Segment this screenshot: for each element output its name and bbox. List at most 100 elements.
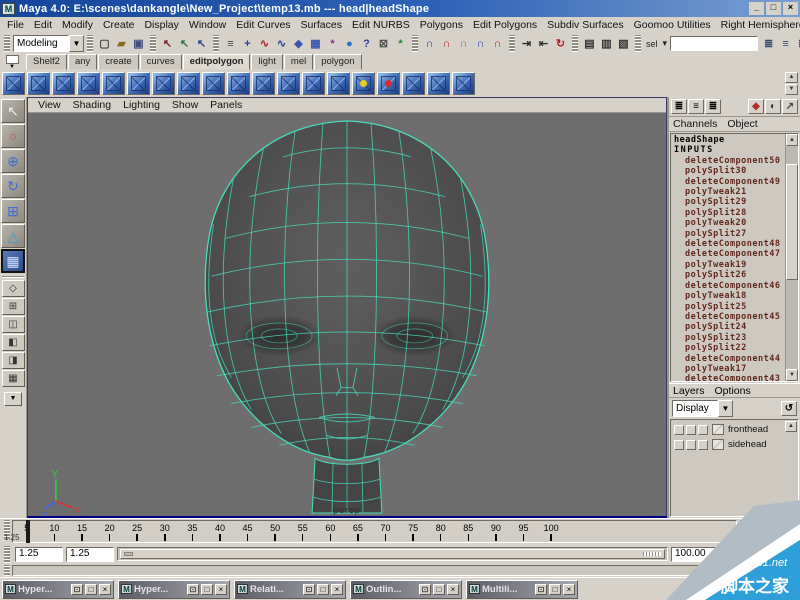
snap-point-magnet-icon[interactable]: ∩	[455, 35, 472, 52]
input-node-item[interactable]: polySplit30	[671, 166, 785, 176]
input-node-item[interactable]: polySplit22	[671, 343, 785, 353]
chevron-down-icon[interactable]: ▼	[69, 35, 84, 52]
help-icon[interactable]: ?	[358, 35, 375, 52]
new-scene-icon[interactable]: ▢	[96, 35, 113, 52]
minimize-button[interactable]: _	[749, 2, 764, 15]
menu-item[interactable]: Display	[139, 18, 183, 32]
channel-layout-2-icon[interactable]: ≡	[688, 99, 704, 114]
scrollbar-track[interactable]	[786, 146, 798, 369]
poly-shelf-tool-16[interactable]	[377, 72, 400, 95]
pick-arrow-icon[interactable]: ↗	[782, 99, 798, 114]
save-scene-icon[interactable]: ▣	[130, 35, 147, 52]
shelf-tab[interactable]: any	[68, 54, 97, 70]
close-button[interactable]: ×	[563, 584, 575, 595]
sphere-tool-icon[interactable]: ●	[341, 35, 358, 52]
star-tool-icon[interactable]: *	[324, 35, 341, 52]
timeline-tick[interactable]: 80	[427, 521, 455, 542]
timeline-tick[interactable]: 60	[317, 521, 345, 542]
shelf-tab[interactable]: curves	[140, 54, 182, 70]
poly-shelf-tool-7[interactable]	[152, 72, 175, 95]
maximize-button[interactable]: □	[317, 584, 329, 595]
menu-item[interactable]: Edit Curves	[231, 18, 295, 32]
timeline-tick[interactable]: 75	[399, 521, 427, 542]
scale-tool[interactable]: ⊞	[1, 199, 25, 223]
show-channel-box-icon[interactable]: ≣	[794, 35, 800, 52]
drag-handle[interactable]	[635, 35, 641, 53]
timeline-tick[interactable]: 70	[372, 521, 400, 542]
channel-box-scrollbar[interactable]: ▲ ▼	[785, 134, 798, 381]
viewport-canvas[interactable]: Y X Z persp	[28, 113, 666, 516]
quick-select-label[interactable]: sel	[644, 39, 660, 49]
layer-color-swatch[interactable]	[712, 424, 724, 435]
drag-handle[interactable]	[150, 35, 156, 53]
layer-row[interactable]: sidehead	[672, 437, 797, 452]
layer-visibility-checkbox[interactable]	[674, 425, 684, 435]
shelf-tab[interactable]: mel	[284, 54, 313, 70]
timeline-tick[interactable]: 85	[455, 521, 483, 542]
layer-display-selector[interactable]: Display ▼	[672, 400, 733, 417]
shape-node-name[interactable]: headShape	[671, 135, 785, 145]
channel-layout-3-icon[interactable]: ≣	[705, 99, 721, 114]
soft-mod-tool[interactable]: △	[1, 224, 25, 248]
input-node-item[interactable]: polySplit26	[671, 270, 785, 280]
poly-shelf-tool-11[interactable]	[252, 72, 275, 95]
minimized-window[interactable]: M Outlin... ⊡ □ ×	[350, 580, 462, 599]
drag-handle[interactable]	[87, 35, 93, 53]
input-node-item[interactable]: deleteComponent48	[671, 239, 785, 249]
quick-select-input[interactable]	[670, 36, 758, 51]
input-node-item[interactable]: polySplit27	[671, 229, 785, 239]
new-layer-icon[interactable]: ↺	[781, 401, 797, 416]
drag-handle[interactable]	[509, 35, 515, 53]
snap-grid-magnet-icon[interactable]: ∩	[421, 35, 438, 52]
layer-template-checkbox[interactable]	[698, 440, 708, 450]
timeline-tick[interactable]: 65	[344, 521, 372, 542]
curve-red-icon[interactable]: ∿	[256, 35, 273, 52]
lasso-select-tool[interactable]: ○	[1, 124, 25, 148]
menu-item[interactable]: Polygons	[415, 18, 468, 32]
title-bar[interactable]: M Maya 4.0: E:\scenes\dankangle\New_Proj…	[0, 0, 800, 17]
layers-menu-item[interactable]: Layers	[673, 385, 705, 397]
input-node-item[interactable]: polyTweak20	[671, 218, 785, 228]
timeline-tick[interactable]: 45	[234, 521, 262, 542]
chevron-down-icon[interactable]: ▼	[718, 400, 733, 417]
poly-shelf-tool-12[interactable]	[277, 72, 300, 95]
poly-shelf-tool-5[interactable]	[102, 72, 125, 95]
poly-shelf-tool-14[interactable]	[327, 72, 350, 95]
tree-green-icon[interactable]: *	[392, 35, 409, 52]
current-tool[interactable]: ▦	[1, 249, 25, 273]
menu-item[interactable]: Edit	[29, 18, 57, 32]
perspective-viewport[interactable]: ViewShadingLightingShowPanels	[27, 97, 667, 518]
range-slider-track[interactable]	[117, 547, 668, 561]
layer-color-swatch[interactable]	[712, 439, 724, 450]
show-tool-settings-icon[interactable]: ≡	[777, 35, 794, 52]
maximize-button[interactable]: □	[85, 584, 97, 595]
poly-shelf-tool-19[interactable]	[452, 72, 475, 95]
layer-playback-checkbox[interactable]	[686, 440, 696, 450]
maximize-button[interactable]: □	[766, 2, 781, 15]
poly-shelf-tool-8[interactable]	[177, 72, 200, 95]
snap-plane-magnet-icon[interactable]: ∩	[472, 35, 489, 52]
timeline-tick[interactable]: 40	[206, 521, 234, 542]
restore-button[interactable]: ⊡	[303, 584, 315, 595]
layer-row[interactable]: fronthead	[672, 422, 797, 437]
plus-tool-icon[interactable]: +	[239, 35, 256, 52]
timeline-tick[interactable]: 55	[289, 521, 317, 542]
input-node-item[interactable]: polySplit24	[671, 322, 785, 332]
layout-multi-pane[interactable]: ▦	[2, 370, 25, 387]
menu-item[interactable]: Edit Polygons	[468, 18, 542, 32]
channel-layout-1-icon[interactable]: ≣	[671, 99, 687, 114]
drag-handle[interactable]	[213, 35, 219, 53]
current-time-marker[interactable]	[26, 520, 30, 543]
construction-history-icon[interactable]: ↻	[552, 35, 569, 52]
poly-shelf-tool-10[interactable]	[227, 72, 250, 95]
input-node-item[interactable]: deleteComponent43	[671, 374, 785, 381]
timeline-tick[interactable]: 35	[179, 521, 207, 542]
menu-item[interactable]: Right Hemisphere	[716, 18, 800, 32]
collapse-section-icon[interactable]: ≡	[222, 35, 239, 52]
menu-item[interactable]: Subdiv Surfaces	[542, 18, 628, 32]
output-connection-icon[interactable]: ⇤	[535, 35, 552, 52]
open-scene-icon[interactable]: ▰	[113, 35, 130, 52]
rotate-tool[interactable]: ↻	[1, 174, 25, 198]
menu-item[interactable]: Create	[98, 18, 140, 32]
poly-shelf-tool-1[interactable]	[2, 72, 25, 95]
